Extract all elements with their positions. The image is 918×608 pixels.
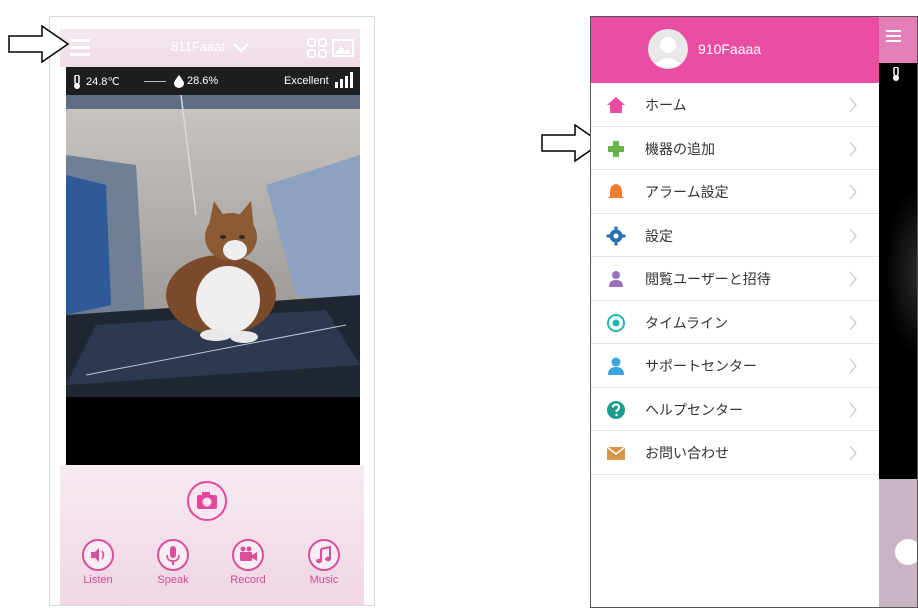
signal-bars-icon [335, 72, 355, 88]
thermometer-icon [72, 75, 82, 89]
bell-icon [608, 184, 624, 198]
drawer-menu: ホーム 機器の追加 アラーム設定 設定 閲覧ユーザーと招待 タイムライン サポー… [591, 83, 879, 475]
menu-item-help-center[interactable]: ヘルプセンター [591, 388, 879, 431]
strip-controls [879, 479, 917, 607]
menu-item-label: ホーム [645, 98, 687, 114]
speak-button[interactable]: Speak [145, 539, 201, 586]
chevron-down-icon [232, 42, 249, 53]
menu-item-settings[interactable]: 設定 [591, 214, 879, 257]
timeline-icon [607, 313, 625, 332]
music-note-icon [316, 545, 331, 564]
humidity-drop-icon [174, 75, 184, 88]
chevron-right-icon [849, 315, 857, 330]
grid-view-icon[interactable] [306, 37, 328, 59]
user-name: 910Faaaa [698, 41, 762, 57]
record-button[interactable]: Record [220, 539, 276, 586]
menu-item-label: 閲覧ユーザーと招待 [645, 272, 771, 288]
speaker-icon [895, 539, 917, 565]
menu-item-label: サポートセンター [645, 359, 757, 375]
avatar[interactable] [648, 29, 688, 69]
home-icon [607, 97, 625, 113]
menu-item-add-device[interactable]: 機器の追加 [591, 127, 879, 170]
menu-item-support-center[interactable]: サポートセンター [591, 344, 879, 388]
mail-icon [606, 446, 626, 460]
record-label: Record [230, 574, 266, 586]
chevron-right-icon [849, 445, 857, 461]
chevron-right-icon [849, 184, 857, 200]
video-letterbox [66, 397, 360, 465]
gear-icon [606, 226, 626, 245]
menu-item-label: タイムライン [645, 315, 729, 332]
user-avatar-icon [653, 37, 683, 67]
help-icon [607, 400, 625, 419]
hamburger-menu-icon [886, 30, 901, 42]
chevron-right-icon [849, 402, 857, 417]
chevron-right-icon [849, 271, 857, 287]
separator [144, 81, 166, 82]
menu-item-label: ヘルプセンター [645, 402, 743, 419]
camera-icon [197, 492, 217, 509]
music-button[interactable]: Music [296, 539, 352, 586]
control-panel: Listen Speak Record Music [60, 465, 364, 605]
support-person-icon [608, 357, 624, 375]
speaker-icon [91, 548, 105, 562]
callout-arrow-icon [8, 25, 70, 63]
menu-item-viewers-invite[interactable]: 閲覧ユーザーと招待 [591, 257, 879, 301]
listen-button[interactable]: Listen [70, 539, 126, 586]
chevron-right-icon [849, 228, 857, 243]
menu-item-label: 設定 [645, 228, 673, 245]
menu-item-timeline[interactable]: タイムライン [591, 301, 879, 344]
left-header-bar: 811Faaat [60, 29, 360, 67]
menu-item-contact[interactable]: お問い合わせ [591, 431, 879, 475]
speak-label: Speak [157, 574, 189, 586]
listen-label: Listen [83, 574, 113, 586]
gallery-icon[interactable] [332, 37, 354, 59]
users-icon [609, 271, 623, 287]
music-label: Music [309, 574, 339, 586]
menu-item-label: アラーム設定 [645, 185, 729, 201]
menu-item-home[interactable]: ホーム [591, 83, 879, 127]
microphone-icon [166, 546, 180, 565]
snapshot-camera-button[interactable] [187, 481, 227, 521]
left-phone-screen: 811Faaat 24.8℃ 28.6% Excellent Listen Sp… [49, 16, 375, 606]
underlying-screen-strip [879, 17, 917, 607]
plus-icon [608, 140, 624, 157]
chevron-right-icon [849, 141, 857, 156]
video-camera-icon [240, 546, 257, 561]
sensor-status-bar: 24.8℃ 28.6% Excellent [66, 67, 360, 95]
temperature-value: 24.8℃ [86, 76, 120, 88]
menu-item-label: 機器の追加 [645, 141, 715, 158]
humidity-value: 28.6% [187, 75, 219, 87]
device-name: 811Faaat [171, 39, 226, 54]
menu-item-label: お問い合わせ [645, 446, 729, 462]
chevron-right-icon [849, 97, 857, 113]
menu-item-alarm-settings[interactable]: アラーム設定 [591, 170, 879, 214]
right-phone-screen: 910Faaaa ホーム 機器の追加 アラーム設定 設定 閲覧ユーザーと招待 タ… [590, 16, 918, 608]
strip-header [879, 17, 917, 63]
signal-quality-label: Excellent [284, 75, 329, 87]
video-fragment [885, 187, 917, 357]
drawer-header: 910Faaaa [591, 17, 879, 83]
live-camera-feed[interactable] [66, 95, 360, 397]
thermometer-icon [893, 67, 899, 81]
chevron-right-icon [849, 358, 857, 374]
